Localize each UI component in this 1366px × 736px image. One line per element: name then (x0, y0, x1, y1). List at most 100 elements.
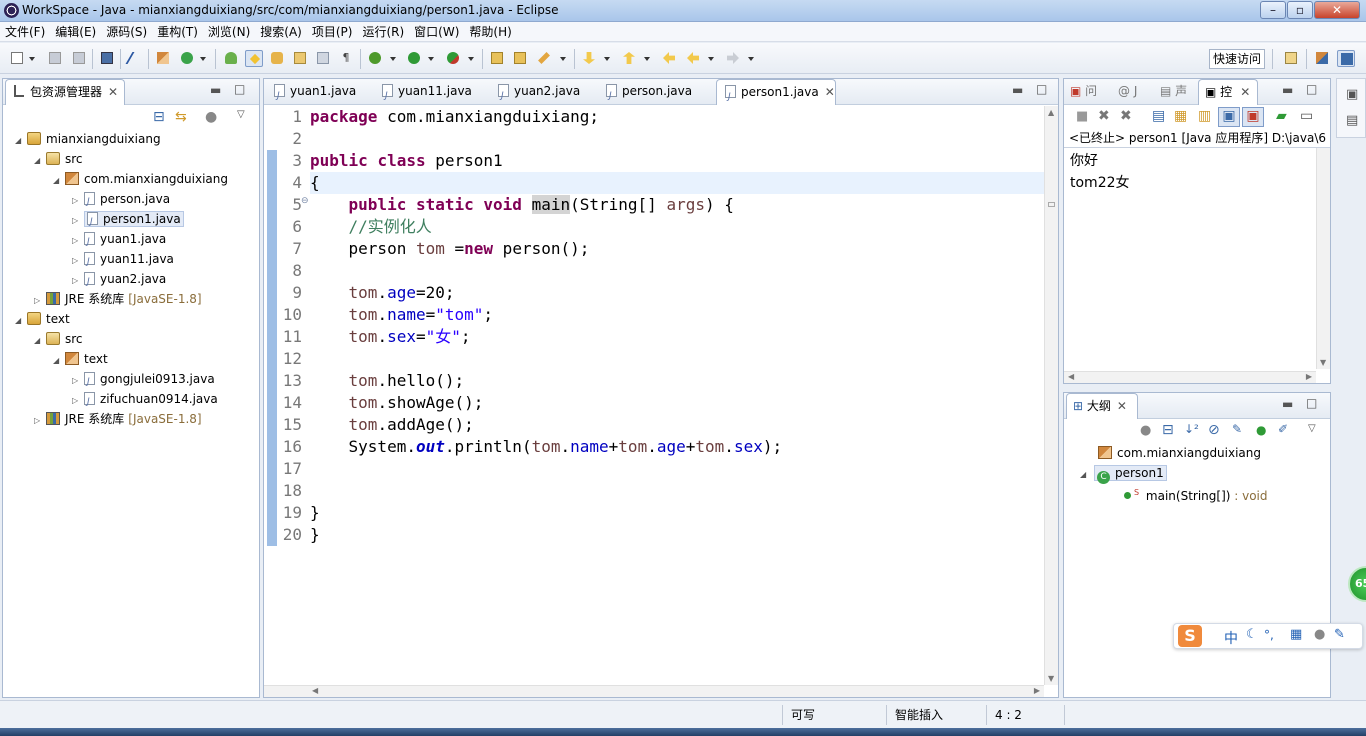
ime-punct[interactable]: °, (1264, 628, 1274, 642)
tab-declaration[interactable]: ▤ 声 (1160, 79, 1187, 105)
menu-navigate[interactable]: 浏览(N) (203, 22, 255, 40)
code-line[interactable]: public class person1 (310, 150, 1044, 172)
console-output[interactable]: 你好 tom22女 (1070, 150, 1130, 194)
minimize-view-icon[interactable]: ▬ (210, 83, 221, 97)
show-whitespace-icon[interactable] (314, 50, 332, 67)
tree-item[interactable]: ◢ com.mianxiangduixiang (53, 169, 228, 189)
menu-refactor[interactable]: 重构(T) (152, 22, 203, 40)
expand-arrow-icon[interactable]: ▷ (72, 251, 84, 271)
hide-fields-icon[interactable]: ⊘ (1208, 422, 1220, 438)
close-tab-icon[interactable]: ✕ (1117, 399, 1127, 413)
outline-class[interactable]: ◢ Cperson1 (1080, 463, 1167, 484)
focus-icon[interactable]: ● (1140, 423, 1151, 438)
open-type-icon[interactable] (222, 50, 240, 67)
code-line[interactable]: tom.addAge(); (310, 414, 1044, 436)
scroll-left-icon[interactable]: ◀ (1068, 372, 1074, 381)
code-line[interactable]: tom.sex="女"; (310, 326, 1044, 348)
tree-item[interactable]: ▷ yuan2.java (72, 269, 166, 292)
tab-console[interactable]: ▣ 控 ✕ (1198, 79, 1258, 105)
display-console-icon[interactable]: ▭ (1300, 108, 1313, 124)
tree-item[interactable]: ▷ zifuchuan0914.java (72, 389, 218, 412)
code-line[interactable]: person tom =new person(); (310, 238, 1044, 260)
next-annotation-icon[interactable] (291, 50, 309, 67)
clear-console-icon[interactable]: ▤ (1152, 108, 1165, 124)
hide-local-types-icon[interactable]: ✐ (1278, 422, 1288, 436)
tree-item[interactable]: ▷ yuan11.java (72, 249, 174, 272)
word-wrap-icon[interactable]: ▥ (1198, 108, 1211, 124)
code-line[interactable] (310, 480, 1044, 502)
pen-icon[interactable] (535, 50, 553, 67)
debug-dropdown-icon[interactable] (390, 57, 396, 61)
run-dropdown-icon[interactable] (428, 57, 434, 61)
collapse-all-icon[interactable]: ⊟ (1162, 422, 1174, 438)
minimize-button[interactable]: – (1260, 1, 1286, 19)
scroll-left-icon[interactable]: ◀ (312, 686, 318, 695)
keyboard-icon[interactable]: ▦ (1290, 627, 1302, 642)
expand-arrow-icon[interactable]: ▷ (72, 191, 84, 211)
collapse-arrow-icon[interactable]: ◢ (53, 171, 65, 191)
expand-arrow-icon[interactable]: ▷ (34, 291, 46, 311)
expand-arrow-icon[interactable]: ▷ (34, 411, 46, 431)
toggle-breakpoint-icon[interactable] (125, 50, 145, 67)
hide-static-icon[interactable]: ✎ (1232, 422, 1242, 436)
ime-lang[interactable]: 中 (1224, 628, 1238, 648)
maximize-editor-icon[interactable]: □ (1036, 82, 1047, 96)
new-package-icon[interactable] (154, 50, 172, 67)
editor-tab[interactable]: yuan2.java (490, 79, 596, 108)
tree-item[interactable]: ◢ src (34, 149, 83, 169)
tab-outline[interactable]: ⊞ 大纲 ✕ (1066, 393, 1138, 419)
editor-tab[interactable]: yuan11.java (374, 79, 488, 108)
external-tools-icon[interactable] (444, 50, 462, 67)
console-horizontal-scrollbar[interactable]: ◀ ▶ (1064, 371, 1316, 383)
save-icon[interactable] (46, 50, 64, 67)
remove-all-icon[interactable]: ✖ (1120, 108, 1132, 124)
menu-search[interactable]: 搜索(A) (255, 22, 307, 40)
close-button[interactable]: ✕ (1314, 1, 1360, 19)
collapse-all-icon[interactable]: ⊟ (153, 109, 165, 125)
expand-arrow-icon[interactable]: ▷ (72, 371, 84, 391)
view-menu-icon[interactable]: ▽ (237, 109, 245, 120)
mark-occurrences-icon[interactable] (245, 50, 263, 67)
tree-item[interactable]: ▷ gongjulei0913.java (72, 369, 215, 392)
java-perspective-icon[interactable] (1337, 50, 1355, 67)
view-menu-icon[interactable]: ▽ (1308, 423, 1316, 434)
pen-dropdown-icon[interactable] (560, 57, 566, 61)
menu-window[interactable]: 窗口(W) (409, 22, 464, 40)
show-on-output-icon[interactable]: ▣ (1218, 107, 1240, 127)
code-line[interactable] (310, 260, 1044, 282)
menu-run[interactable]: 运行(R) (357, 22, 409, 40)
task-list-icon[interactable]: ▤ (1346, 113, 1358, 128)
collapse-arrow-icon[interactable]: ◢ (53, 351, 65, 371)
close-tab-icon[interactable]: ✕ (108, 85, 118, 99)
console-icon[interactable] (98, 50, 116, 67)
scroll-right-icon[interactable]: ▶ (1306, 372, 1312, 381)
code-line[interactable]: //实例化人 (310, 216, 1044, 238)
minimize-view-icon[interactable]: ▬ (1282, 83, 1293, 97)
scroll-up-icon[interactable]: ▲ (1048, 108, 1054, 117)
code-line[interactable]: { (310, 172, 1044, 194)
next-edit-dropdown-icon[interactable] (604, 57, 610, 61)
paragraph-icon[interactable]: ¶ (337, 50, 355, 67)
scroll-right-icon[interactable]: ▶ (1034, 686, 1040, 695)
maximize-button[interactable]: ▫ (1287, 1, 1313, 19)
back-icon[interactable] (684, 50, 702, 67)
menu-help[interactable]: 帮助(H) (464, 22, 516, 40)
expand-arrow-icon[interactable]: ▷ (72, 211, 84, 231)
collapse-arrow-icon[interactable]: ◢ (34, 331, 46, 351)
new-icon[interactable] (8, 50, 26, 67)
tree-item[interactable]: ▷ yuan1.java (72, 229, 166, 252)
next-edit-icon[interactable] (580, 50, 598, 67)
run-icon[interactable] (405, 50, 423, 67)
external-tools-dropdown-icon[interactable] (468, 57, 474, 61)
tab-problems[interactable]: ▣ 问 (1070, 79, 1097, 105)
tree-item[interactable]: ◢ mianxiangduixiang (15, 129, 161, 149)
debug-icon[interactable] (366, 50, 384, 67)
side-badge[interactable]: 65 (1348, 566, 1366, 602)
code-line[interactable]: System.out.println(tom.name+tom.age+tom.… (310, 436, 1044, 458)
outline-method[interactable]: S main(String[]) : void (1124, 483, 1268, 503)
close-tab-icon[interactable]: ✕ (825, 85, 835, 99)
code-line[interactable]: tom.name="tom"; (310, 304, 1044, 326)
moon-icon[interactable]: ☾ (1246, 627, 1258, 642)
code-line[interactable]: tom.hello(); (310, 370, 1044, 392)
java-ee-perspective-icon[interactable] (1313, 50, 1331, 67)
